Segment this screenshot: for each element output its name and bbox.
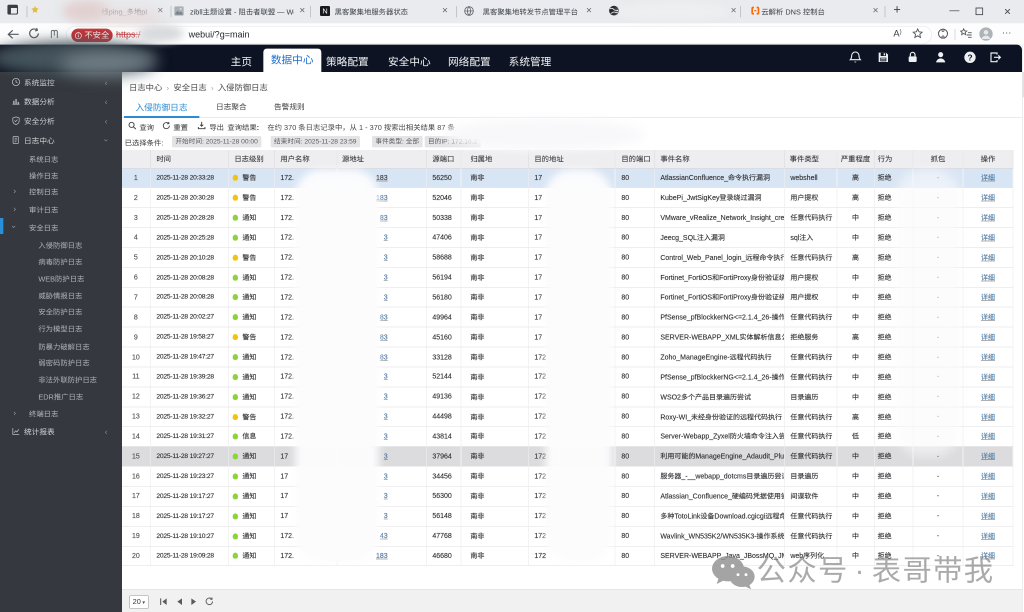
svg-text:N: N — [322, 7, 327, 16]
svg-text:?: ? — [967, 52, 972, 62]
